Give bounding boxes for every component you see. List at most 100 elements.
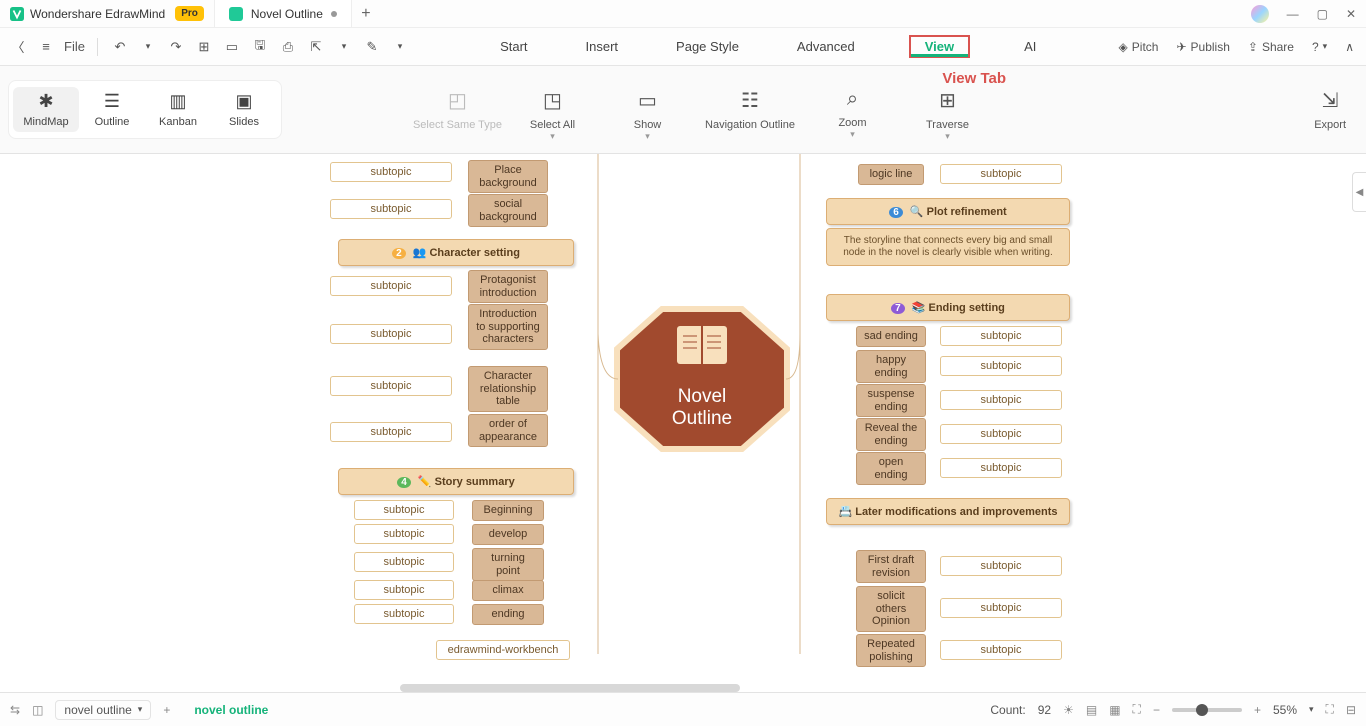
leaf-subtopic[interactable]: subtopic [330, 162, 452, 182]
menu-ai[interactable]: AI [1020, 33, 1040, 60]
canvas[interactable]: Novel Outline Place background subtopic … [0, 154, 1366, 692]
topic-ending-setting[interactable]: 7 📚 Ending setting [826, 294, 1070, 321]
file-menu[interactable]: File [64, 39, 85, 54]
menu-advanced[interactable]: Advanced [793, 33, 859, 60]
subtopic-open-ending[interactable]: open ending [856, 452, 926, 485]
minimize-button[interactable]: — [1287, 7, 1299, 21]
topic-later-modifications[interactable]: 📇 Later modifications and improvements [826, 498, 1070, 525]
zoom-button[interactable]: ⌕Zoom▾ [805, 78, 900, 142]
workbench-node[interactable]: edrawmind-workbench [436, 640, 570, 660]
document-tab[interactable]: Novel Outline [214, 0, 352, 27]
mode-kanban[interactable]: ▥Kanban [145, 87, 211, 132]
document-selector[interactable]: novel outline▾ [55, 700, 151, 720]
leaf-subtopic[interactable]: subtopic [330, 276, 452, 296]
leaf-subtopic[interactable]: subtopic [940, 598, 1062, 618]
subtopic-suspense-ending[interactable]: suspense ending [856, 384, 926, 417]
page-view-icon[interactable]: ▦ [1109, 703, 1120, 717]
leaf-subtopic[interactable]: subtopic [354, 604, 454, 624]
add-page-button[interactable]: + [163, 703, 170, 717]
menu-view[interactable]: View [909, 35, 970, 58]
leaf-subtopic[interactable]: subtopic [354, 552, 454, 572]
mode-mindmap[interactable]: ✱MindMap [13, 87, 79, 132]
plot-description[interactable]: The storyline that connects every big an… [826, 228, 1070, 266]
undo-more-icon[interactable]: ▾ [138, 41, 158, 52]
menu-insert[interactable]: Insert [582, 33, 623, 60]
export-more-icon[interactable]: ▾ [334, 41, 354, 52]
show-button[interactable]: ▭Show▾ [600, 78, 695, 142]
subtopic-develop[interactable]: develop [472, 524, 544, 545]
new-tab-button[interactable]: + [352, 5, 380, 23]
leaf-subtopic[interactable]: subtopic [940, 326, 1062, 346]
zoom-value[interactable]: 55% [1273, 703, 1297, 717]
edit-more-icon[interactable]: ▾ [390, 41, 410, 52]
mode-slides[interactable]: ▣Slides [211, 87, 277, 132]
maximize-button[interactable]: ▢ [1317, 7, 1328, 21]
zoom-in-button[interactable]: + [1254, 703, 1261, 717]
leaf-subtopic[interactable]: subtopic [940, 556, 1062, 576]
subtopic-place-background[interactable]: Place background [468, 160, 548, 193]
subtopic-protagonist[interactable]: Protagonist introduction [468, 270, 548, 303]
leaf-subtopic[interactable]: subtopic [330, 199, 452, 219]
theme-icon[interactable]: ☀ [1063, 703, 1074, 717]
subtopic-turning[interactable]: turning point [472, 548, 544, 581]
publish-button[interactable]: ✈Publish [1176, 40, 1229, 54]
menu-start[interactable]: Start [496, 33, 531, 60]
subtopic-happy-ending[interactable]: happy ending [856, 350, 926, 383]
split-view-icon[interactable]: ◫ [32, 703, 43, 717]
subtopic-climax[interactable]: climax [472, 580, 544, 601]
subtopic-social-background[interactable]: social background [468, 194, 548, 227]
horizontal-scrollbar[interactable] [400, 684, 740, 692]
subtopic-first-draft[interactable]: First draft revision [856, 550, 926, 583]
edit-button[interactable]: ✎ [362, 39, 382, 55]
leaf-subtopic[interactable]: subtopic [940, 356, 1062, 376]
print-button[interactable]: ⎙ [278, 39, 298, 55]
traverse-button[interactable]: ⊞Traverse▾ [900, 78, 995, 142]
navigation-outline-button[interactable]: ☷Navigation Outline [695, 78, 805, 142]
minimize-panel-icon[interactable]: ⊟ [1346, 703, 1356, 717]
note-view-icon[interactable]: ▤ [1086, 703, 1097, 717]
central-topic[interactable]: Novel Outline [612, 304, 792, 454]
zoom-slider[interactable] [1172, 708, 1242, 712]
subtopic-repeated-polishing[interactable]: Repeated polishing [856, 634, 926, 667]
subtopic-ending[interactable]: ending [472, 604, 544, 625]
menu-button[interactable]: ≡ [36, 39, 56, 54]
subtopic-solicit-opinion[interactable]: solicit others Opinion [856, 586, 926, 632]
new-button[interactable]: ⊞ [194, 39, 214, 55]
leaf-subtopic[interactable]: subtopic [330, 422, 452, 442]
collapse-ribbon-button[interactable]: ∧ [1345, 40, 1354, 54]
menu-page-style[interactable]: Page Style [672, 33, 743, 60]
help-button[interactable]: ?▾ [1312, 40, 1327, 54]
subtopic-relationship[interactable]: Character relationship table [468, 366, 548, 412]
leaf-subtopic[interactable]: subtopic [354, 500, 454, 520]
breadcrumb[interactable]: novel outline [194, 703, 268, 717]
leaf-subtopic[interactable]: subtopic [940, 390, 1062, 410]
topic-character-setting[interactable]: 2 👥 Character setting [338, 239, 574, 266]
save-button[interactable]: 🖫 [250, 36, 270, 58]
export-button[interactable]: ⇲Export [1314, 88, 1366, 131]
fit-icon[interactable]: ⛶ [1133, 702, 1141, 717]
leaf-subtopic[interactable]: subtopic [354, 524, 454, 544]
subtopic-beginning[interactable]: Beginning [472, 500, 544, 521]
app-tab[interactable]: Wondershare EdrawMind Pro [0, 0, 214, 27]
leaf-subtopic[interactable]: subtopic [940, 458, 1062, 478]
export-quick-button[interactable]: ⇱ [306, 39, 326, 55]
subtopic-reveal-ending[interactable]: Reveal the ending [856, 418, 926, 451]
close-button[interactable]: ✕ [1346, 7, 1356, 21]
share-button[interactable]: ⇪Share [1248, 40, 1294, 54]
fullscreen-icon[interactable]: ⛶ [1326, 702, 1334, 717]
leaf-subtopic[interactable]: subtopic [940, 164, 1062, 184]
subtopic-appearance[interactable]: order of appearance [468, 414, 548, 447]
leaf-subtopic[interactable]: subtopic [330, 376, 452, 396]
leaf-subtopic[interactable]: subtopic [330, 324, 452, 344]
subtopic-supporting[interactable]: Introduction to supporting characters [468, 304, 548, 350]
select-same-type-button[interactable]: ◰Select Same Type [410, 78, 505, 142]
back-button[interactable]: 〈 [8, 37, 28, 56]
subtopic-logic-line[interactable]: logic line [858, 164, 924, 185]
undo-button[interactable]: ↶ [110, 39, 130, 55]
redo-button[interactable]: ↷ [166, 39, 186, 55]
leaf-subtopic[interactable]: subtopic [940, 424, 1062, 444]
mode-outline[interactable]: ☰Outline [79, 87, 145, 132]
user-avatar-icon[interactable] [1251, 5, 1269, 23]
leaf-subtopic[interactable]: subtopic [940, 640, 1062, 660]
side-panel-toggle[interactable]: ◀ [1352, 172, 1366, 212]
